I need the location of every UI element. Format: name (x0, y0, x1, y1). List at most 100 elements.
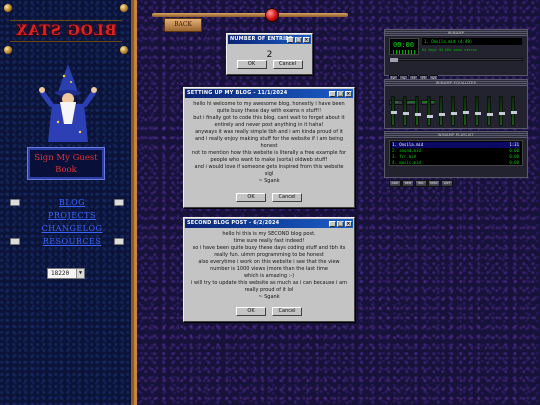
post-line: and i would love if someone gets inspire… (194, 164, 344, 170)
winamp-controls: |<>||[]>| (389, 65, 439, 83)
corner-orb-icon (4, 4, 12, 12)
guestbook-button[interactable]: Sign My Guest Book (27, 147, 105, 180)
post-line: hello hi this is my SECOND blog post. (222, 231, 316, 237)
nav-link-projects[interactable]: PROJECTS (22, 209, 122, 222)
sidebar: BLOG STAX Sign My Guest Book BLOG PROJEC… (0, 0, 134, 405)
winamp-bitrate-info: 64 kbps 44 kHz mono stereo (422, 48, 477, 52)
view-counter[interactable]: 18220 ▼ (47, 268, 85, 279)
eq-band-thumb[interactable] (511, 111, 517, 114)
eq-band-slider[interactable] (487, 96, 493, 126)
dialog-title: NUMBER OF ENTRIES (230, 36, 293, 42)
winamp-equalizer: WINAMP EQUALIZER ONAUTOPRESETS (384, 79, 528, 129)
ok-button[interactable]: OK (236, 60, 267, 69)
winamp-player: WINAMP 00:00 1. Onsila.mid (4:49) 64 kbp… (384, 29, 528, 83)
playlist-item-name: 4. music.mid (392, 160, 421, 165)
winamp-song-title: 1. Onsila.mid (4:49) (422, 38, 522, 45)
eq-band-thumb[interactable] (463, 111, 469, 114)
post-line: quite busy these day with exams n stuff!… (216, 108, 322, 114)
post-line: hello hi welcome to my awesome blog. hon… (193, 101, 345, 107)
eq-band-thumb[interactable] (439, 113, 445, 116)
ok-button[interactable]: OK (236, 307, 266, 316)
playlist-list-button[interactable]: LIST (441, 180, 453, 187)
back-banner: BACK (152, 8, 348, 32)
blog-post: SECOND BLOG POST - 6/2/2024 _ □ × hello hi… (183, 217, 355, 322)
entries-dialog: NUMBER OF ENTRIES _ □ × 2 OK Cancel (226, 33, 313, 75)
post-line: time sure really fast indeed! (233, 238, 305, 244)
close-icon[interactable]: × (303, 37, 310, 43)
eq-band-slider[interactable] (475, 96, 481, 126)
eq-band-slider[interactable] (511, 96, 517, 126)
playlist-remove-button[interactable]: REM (402, 180, 414, 187)
post-line: really fun. ulmm programming to be hones… (214, 252, 324, 258)
playlist-add-button[interactable]: ADD (389, 180, 401, 187)
winamp-seek-bar[interactable] (389, 58, 523, 62)
eq-band-thumb[interactable] (487, 113, 493, 116)
maximize-icon[interactable]: □ (295, 37, 302, 43)
book-icon (10, 238, 20, 245)
eq-band-thumb[interactable] (451, 112, 457, 115)
winamp-titlebar[interactable]: WINAMP (385, 30, 527, 36)
sidebar-nav: BLOG PROJECTS CHANGELOG RESOURCES (22, 196, 122, 248)
maximize-icon[interactable]: □ (337, 91, 344, 97)
minimize-icon[interactable]: _ (287, 37, 294, 43)
eq-band-thumb[interactable] (499, 112, 505, 115)
corner-orb-icon (120, 4, 128, 12)
dialog-titlebar: NUMBER OF ENTRIES _ □ × (228, 35, 311, 44)
blog-post: SETTING UP MY BLOG - 11/1/2024 _ □ × hello… (183, 87, 355, 208)
nav-link-resources[interactable]: RESOURCES (22, 235, 122, 248)
cancel-button[interactable]: Cancel (272, 307, 302, 316)
minimize-icon[interactable]: _ (329, 91, 336, 97)
post-line: but i finally got to code this blog. can… (193, 115, 345, 121)
eq-band-slider[interactable] (451, 96, 457, 126)
view-counter-value: 18220 (51, 270, 70, 277)
eq-band-slider[interactable] (439, 96, 445, 126)
eq-band-thumb[interactable] (475, 112, 481, 115)
post-line: anyways it was really simple tbh and i a… (195, 129, 343, 135)
maximize-icon[interactable]: □ (337, 221, 344, 227)
nav-link-blog[interactable]: BLOG (22, 196, 122, 209)
eq-band-slider[interactable] (463, 96, 469, 126)
banner-bar (152, 13, 348, 17)
eq-band-thumb[interactable] (427, 115, 433, 118)
eq-band-slider[interactable] (403, 96, 409, 126)
book-icon (10, 199, 20, 206)
post-line: which is amazing :-) (243, 273, 295, 279)
seek-handle[interactable] (390, 58, 398, 62)
nav-link-changelog[interactable]: CHANGELOG (22, 222, 122, 235)
sidebar-rail (134, 0, 137, 405)
post-line: i will try to update this website as muc… (191, 280, 347, 286)
eq-band-thumb[interactable] (391, 111, 397, 114)
eq-band-slider[interactable] (427, 96, 433, 126)
post-line: honest (260, 143, 278, 149)
post-line: people who want to make (sorta) oldweb s… (210, 157, 328, 163)
wizard-icon (39, 64, 97, 142)
close-icon[interactable]: × (345, 221, 352, 227)
post-line: not to mention how this website is liter… (191, 150, 347, 156)
eq-toggles: ONAUTOPRESETS (389, 88, 437, 105)
dialog-titlebar: SECOND BLOG POST - 6/2/2024 _ □ × (185, 219, 353, 228)
minimize-icon[interactable]: _ (329, 221, 336, 227)
post-line: also everytime i work on this website i … (198, 259, 340, 265)
chevron-down-icon[interactable]: ▼ (76, 269, 84, 278)
eq-band-slider[interactable] (391, 96, 397, 126)
eq-band-slider[interactable] (499, 96, 505, 126)
cancel-button[interactable]: Cancel (272, 193, 302, 202)
visualizer-icon[interactable] (393, 50, 417, 54)
playlist-misc-button[interactable]: MISC (428, 180, 440, 187)
ok-button[interactable]: OK (236, 193, 266, 202)
post-body: hello hi this is my SECOND blog post. ti… (184, 229, 354, 303)
playlist-select-button[interactable]: SEL (415, 180, 427, 187)
close-icon[interactable]: × (345, 91, 352, 97)
cancel-button[interactable]: Cancel (272, 60, 303, 69)
back-button[interactable]: BACK (164, 18, 202, 32)
playlist-item[interactable]: 4. music.mid 0:00 (392, 160, 520, 166)
eq-band-slider[interactable] (415, 96, 421, 126)
eq-band-thumb[interactable] (403, 112, 409, 115)
playlist-titlebar[interactable]: WINAMP PLAYLIST (385, 132, 527, 138)
post-line: really proud of it lol (244, 287, 294, 293)
post-body: hello hi welcome to my awesome blog. hon… (184, 99, 354, 187)
eq-band-thumb[interactable] (415, 113, 421, 116)
winamp-playlist: WINAMP PLAYLIST 1. Onsila.mid 1:31 2. so… (384, 131, 528, 187)
equalizer-titlebar[interactable]: WINAMP EQUALIZER (385, 80, 527, 86)
post-line: so i have been quite busy these days cod… (192, 245, 346, 251)
